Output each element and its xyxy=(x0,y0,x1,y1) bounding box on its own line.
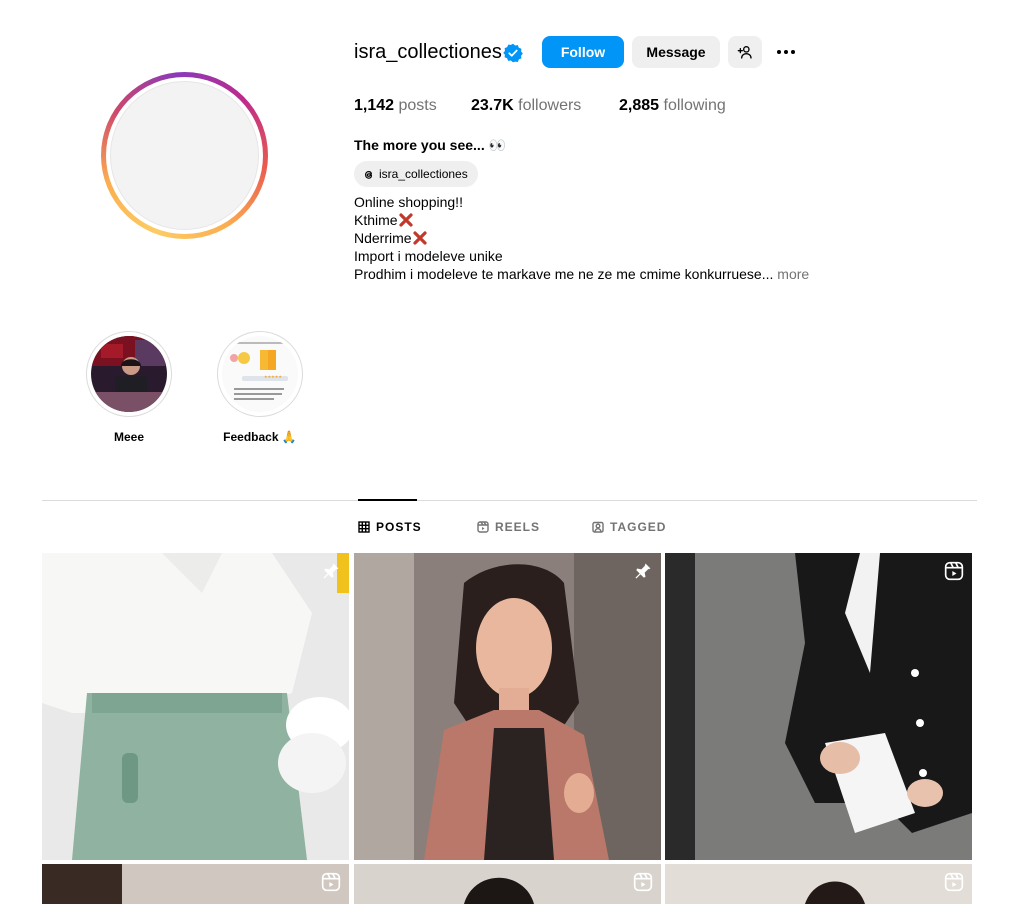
highlight-meee[interactable] xyxy=(86,331,172,417)
bio-line-3-text: Nderrime xyxy=(354,230,412,246)
post-image xyxy=(665,864,972,904)
post-image xyxy=(42,864,349,904)
profile-avatar-ring[interactable] xyxy=(101,72,268,239)
profile-avatar xyxy=(110,81,259,230)
tab-posts[interactable]: POSTS xyxy=(358,520,422,534)
active-tab-indicator xyxy=(358,499,417,501)
highlight-label-meee: Meee xyxy=(113,430,145,444)
grid-icon xyxy=(358,521,370,533)
tab-tagged[interactable]: TAGGED xyxy=(592,520,666,534)
following-count: 2,885 xyxy=(619,97,660,114)
followers-label: followers xyxy=(518,97,582,114)
pin-icon xyxy=(323,563,339,579)
bio-line-2-text: Kthime xyxy=(354,212,398,228)
post-image xyxy=(354,864,661,904)
pin-icon xyxy=(635,563,651,579)
bio-display-name: The more you see... 👀 xyxy=(354,137,507,153)
verified-badge-icon xyxy=(503,43,523,63)
bio-line-1: Online shopping!! xyxy=(354,194,463,210)
avatar-gap xyxy=(106,77,263,234)
tab-reels-label: REELS xyxy=(495,520,541,534)
profile-username: isra_collectiones xyxy=(354,41,502,63)
threads-icon xyxy=(365,170,373,179)
follow-button[interactable]: Follow xyxy=(542,36,624,68)
reel-icon xyxy=(633,872,653,892)
tagged-icon xyxy=(592,521,604,533)
bio-line-4: Import i modeleve unike xyxy=(354,248,503,264)
tab-posts-label: POSTS xyxy=(376,520,422,534)
highlight-cover xyxy=(91,336,167,412)
posts-stat: 1,142 posts xyxy=(354,97,437,115)
bio-more-link[interactable]: more xyxy=(777,266,809,282)
highlight-label-feedback: Feedback 🙏 xyxy=(223,430,297,444)
bio-line-5-text: Prodhim i modeleve te markave me ne ze m… xyxy=(354,266,774,282)
threads-link[interactable]: isra_collectiones xyxy=(354,161,478,187)
cross-mark-icon xyxy=(398,213,413,227)
post-image xyxy=(354,553,661,860)
post-image xyxy=(42,553,349,860)
threads-handle: isra_collectiones xyxy=(379,167,468,181)
posts-count: 1,142 xyxy=(354,97,395,114)
reel-icon xyxy=(944,561,964,581)
tabs-divider xyxy=(42,500,977,501)
post-tile[interactable] xyxy=(354,864,661,904)
reel-icon xyxy=(944,872,964,892)
suggested-users-button[interactable] xyxy=(728,36,762,68)
person-plus-icon xyxy=(737,46,752,59)
post-image xyxy=(665,553,972,860)
followers-count: 23.7K xyxy=(471,97,514,114)
cross-mark-icon xyxy=(412,231,427,245)
following-stat[interactable]: 2,885 following xyxy=(619,97,726,115)
bio-line-2: Kthime xyxy=(354,211,413,229)
post-tile[interactable] xyxy=(665,553,972,860)
tab-reels[interactable]: REELS xyxy=(477,520,540,534)
more-options-icon[interactable] xyxy=(773,42,799,62)
message-button[interactable]: Message xyxy=(632,36,720,68)
highlight-cover: ★★★★★ xyxy=(222,336,298,412)
tab-tagged-label: TAGGED xyxy=(610,520,667,534)
post-tile[interactable] xyxy=(665,864,972,904)
post-tile[interactable] xyxy=(42,553,349,860)
bio-line-5: Prodhim i modeleve te markave me ne ze m… xyxy=(354,265,809,283)
post-tile[interactable] xyxy=(42,864,349,904)
posts-label: posts xyxy=(398,97,437,114)
followers-stat[interactable]: 23.7K followers xyxy=(471,97,581,115)
reels-icon xyxy=(477,521,489,533)
post-tile[interactable] xyxy=(354,553,661,860)
highlight-feedback[interactable]: ★★★★★ xyxy=(217,331,303,417)
bio-line-3: Nderrime xyxy=(354,229,427,247)
reel-icon xyxy=(321,872,341,892)
svg-text:★★★★★: ★★★★★ xyxy=(264,374,282,379)
following-label: following xyxy=(663,97,726,114)
